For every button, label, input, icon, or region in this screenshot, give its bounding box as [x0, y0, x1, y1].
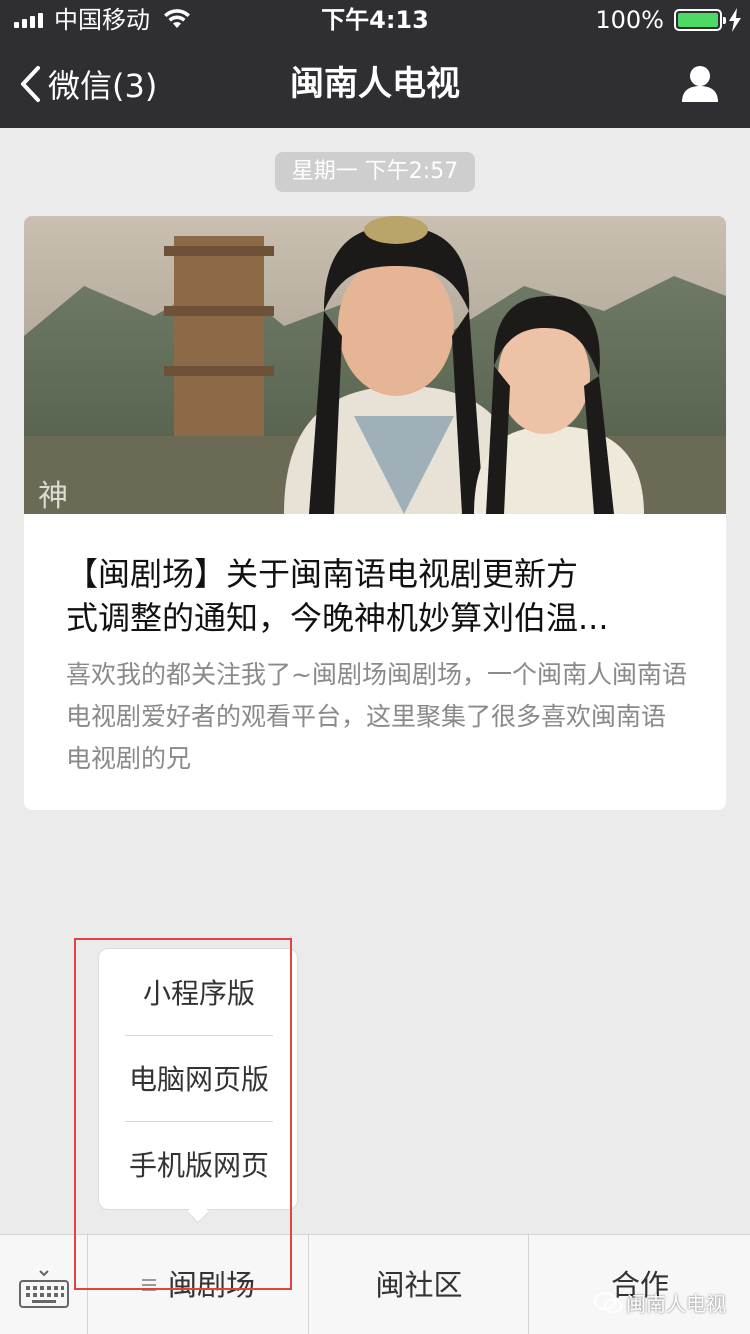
- battery-percentage: 100%: [595, 6, 664, 34]
- battery-icon: [674, 9, 726, 31]
- keyboard-toggle-button[interactable]: [0, 1235, 88, 1334]
- submenu-divider: [125, 1121, 273, 1122]
- wechat-icon: [594, 1291, 622, 1313]
- menu-tab-label: 闽剧场: [167, 1268, 255, 1302]
- watermark: 闽南人电视: [594, 1288, 726, 1317]
- submenu-popup: 小程序版 电脑网页版 手机版网页: [98, 948, 298, 1210]
- page-title: 闽南人电视: [290, 64, 460, 104]
- menu-tab-cooperation[interactable]: 合作: [530, 1235, 750, 1334]
- submenu-item-mobile-web[interactable]: 手机版网页: [99, 1123, 299, 1209]
- article-title-line2: 式调整的通知，今晚神机妙算刘伯温...: [66, 599, 609, 637]
- article-title: 【闽剧场】关于闽南语电视剧更新方 式调整的通知，今晚神机妙算刘伯温...: [66, 552, 686, 640]
- message-timestamp: 星期一 下午2:57: [275, 152, 475, 192]
- watermark-text: 闽南人电视: [626, 1292, 726, 1316]
- article-card[interactable]: 神 【闽剧场】关于闽南语电视剧更新方 式调整的通知，今晚神机妙算刘伯温... 喜…: [24, 216, 726, 810]
- status-bar: 中国移动 下午4:13 100%: [0, 0, 750, 40]
- article-cover-image: 神: [24, 216, 726, 514]
- keyboard-icon: [19, 1270, 69, 1308]
- submenu-icon: [141, 1279, 156, 1291]
- article-description: 喜欢我的都关注我了~闽剧场闽剧场，一个闽南人闽南语电视剧爱好者的观看平台，这里聚…: [66, 660, 687, 773]
- submenu-item-desktop-web[interactable]: 电脑网页版: [99, 1037, 299, 1123]
- profile-icon[interactable]: [680, 64, 720, 104]
- svg-text:神: 神: [38, 479, 68, 514]
- navigation-bar: 微信(3) 闽南人电视: [0, 40, 750, 128]
- menu-tab-min-community[interactable]: 闽社区: [310, 1235, 529, 1334]
- menu-tab-min-theater[interactable]: 闽剧场: [89, 1235, 309, 1334]
- charging-icon: [729, 8, 741, 32]
- submenu-item-mini-program[interactable]: 小程序版: [99, 951, 299, 1037]
- submenu-divider: [125, 1035, 273, 1036]
- article-title-line1: 【闽剧场】关于闽南语电视剧更新方: [66, 555, 579, 593]
- bottom-menu-bar: 闽剧场 闽社区 合作: [0, 1234, 750, 1334]
